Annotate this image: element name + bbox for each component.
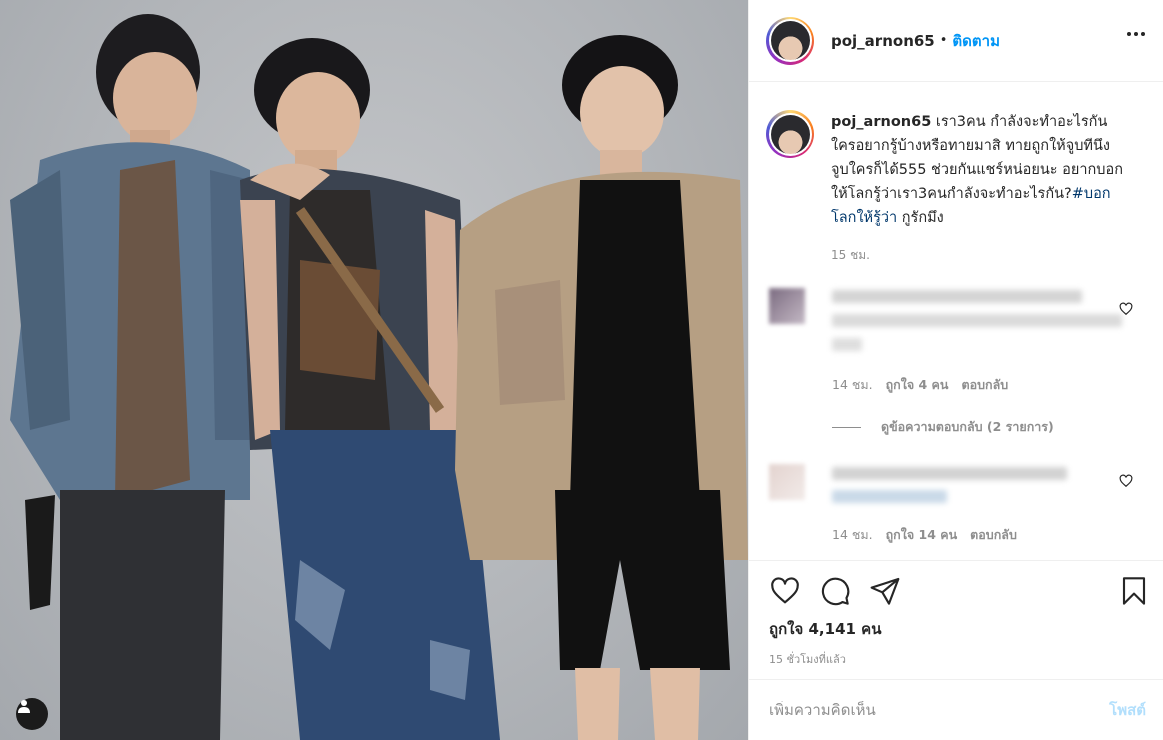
reply-button[interactable]: ตอบกลับ [961, 375, 1008, 395]
post-comment-button[interactable]: โพสต์ [1109, 698, 1146, 722]
comment-text-blurred [832, 467, 1067, 480]
comment-like-icon[interactable] [1119, 302, 1133, 316]
author-avatar[interactable] [766, 16, 814, 65]
caption-avatar[interactable] [766, 110, 814, 158]
comment-like-icon[interactable] [1119, 474, 1133, 488]
comment-item: 14 ชม. ถูกใจ 4 คน ตอบกลับ ดูข้อความตอบกล… [749, 284, 1163, 444]
commenter-avatar[interactable] [769, 288, 805, 324]
tagged-people-button[interactable] [16, 698, 48, 730]
caption-username[interactable]: poj_arnon65 [831, 114, 931, 130]
caption-tail-text: กูรักมึง [897, 210, 944, 226]
share-icon[interactable] [869, 575, 901, 607]
comment-time[interactable]: 14 ชม. [832, 375, 873, 395]
follow-button[interactable]: ติดตาม [952, 29, 1000, 53]
post-image [10, 14, 748, 740]
avatar-image [770, 21, 810, 60]
person-left [10, 14, 255, 740]
comment-time[interactable]: 14 ชม. [832, 525, 873, 545]
comments-section: poj_arnon65 เรา3คน กำลังจะทำอะไรกัน ใครอ… [749, 82, 1163, 560]
heart-icon[interactable] [769, 575, 801, 607]
comment-input[interactable] [769, 701, 1110, 719]
view-replies-label: ดูข้อความตอบกลับ (2 รายการ) [881, 419, 1054, 434]
post-details-panel: poj_arnon65 • ติดตาม poj_arnon65 เรา3คน … [748, 0, 1163, 740]
separator-dot: • [939, 33, 948, 48]
commenter-avatar[interactable] [769, 464, 805, 500]
more-horizontal-icon[interactable] [1127, 32, 1145, 36]
caption-timestamp[interactable]: 15 ชม. [831, 246, 1131, 265]
person-tag-icon [18, 700, 30, 713]
author-username[interactable]: poj_arnon65 [831, 32, 935, 50]
bookmark-icon[interactable] [1118, 575, 1150, 607]
post-header: poj_arnon65 • ติดตาม [749, 0, 1163, 82]
post-caption: poj_arnon65 เรา3คน กำลังจะทำอะไรกัน ใครอ… [749, 82, 1163, 265]
post-photo[interactable] [0, 0, 748, 740]
likes-count[interactable]: ถูกใจ 4,141 คน [769, 617, 881, 641]
comment-text-blurred [832, 290, 1082, 303]
posted-timestamp[interactable]: 15 ชั่วโมงที่แล้ว [769, 650, 846, 668]
add-comment-bar: โพสต์ [749, 679, 1163, 740]
comment-icon[interactable] [819, 575, 851, 607]
comment-item: 14 ชม. ถูกใจ 14 คน ตอบกลับ [749, 462, 1163, 552]
reply-button[interactable]: ตอบกลับ [970, 525, 1017, 545]
caption-text: poj_arnon65 เรา3คน กำลังจะทำอะไรกัน ใครอ… [831, 110, 1131, 230]
view-replies-button[interactable]: ดูข้อความตอบกลับ (2 รายการ) [832, 417, 1054, 437]
action-bar [749, 560, 1163, 621]
comment-likes[interactable]: ถูกใจ 4 คน [886, 375, 949, 395]
comment-likes[interactable]: ถูกใจ 14 คน [886, 525, 958, 545]
